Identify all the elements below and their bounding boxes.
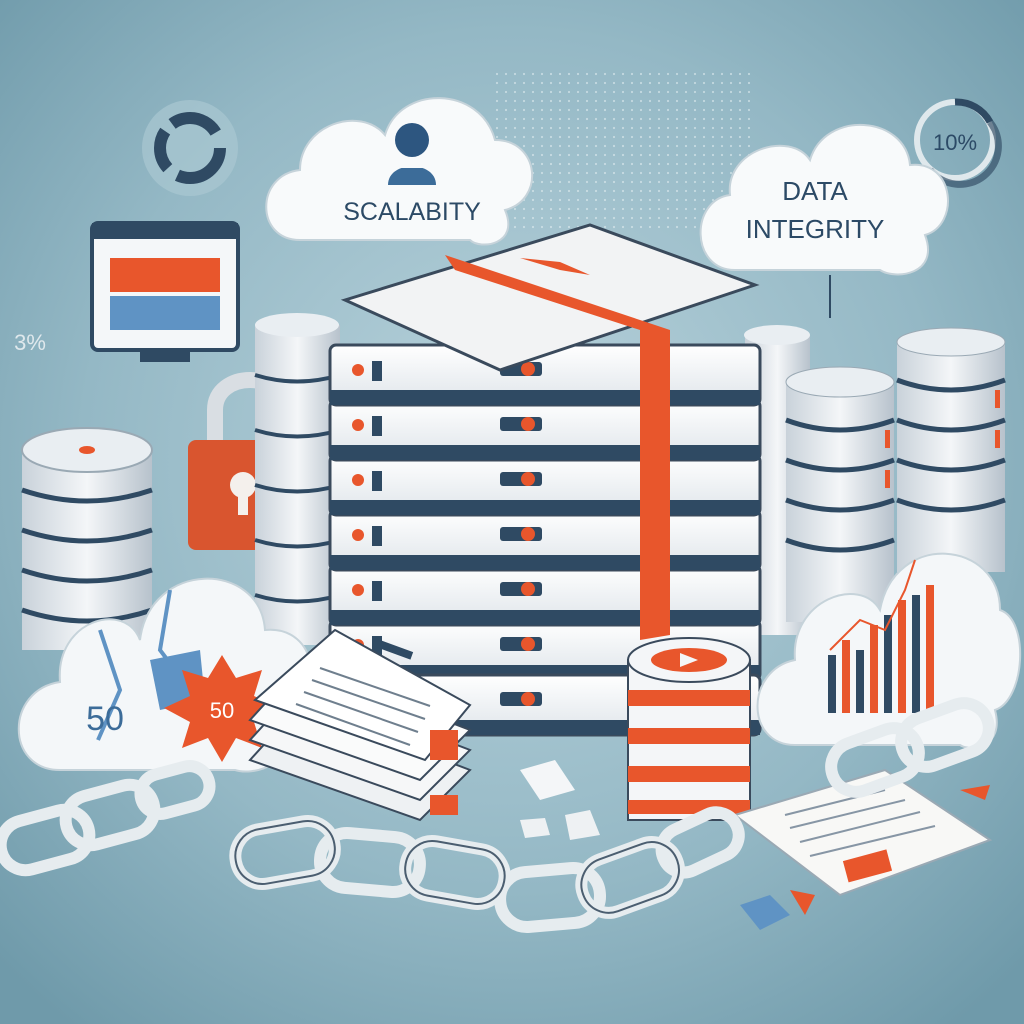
integrity-label: INTEGRITY	[746, 214, 885, 244]
database-cylinder-icon	[21, 427, 153, 650]
monitor-icon	[90, 221, 240, 362]
broken-cloud-number: 50	[86, 700, 124, 738]
data-label: DATA	[782, 176, 848, 206]
illustration-scene: SCALABITY DATA INTEGRITY 10% 50 50 3%	[0, 0, 1024, 1024]
percent-label: 10%	[933, 130, 977, 155]
side-mark: 3%	[14, 330, 46, 355]
database-cylinder-icon	[254, 313, 341, 645]
donut-chart-icon	[142, 100, 238, 196]
burst-badge-number: 50	[210, 698, 234, 723]
scalability-label: SCALABITY	[343, 198, 481, 226]
database-cylinder-icon	[627, 637, 751, 821]
